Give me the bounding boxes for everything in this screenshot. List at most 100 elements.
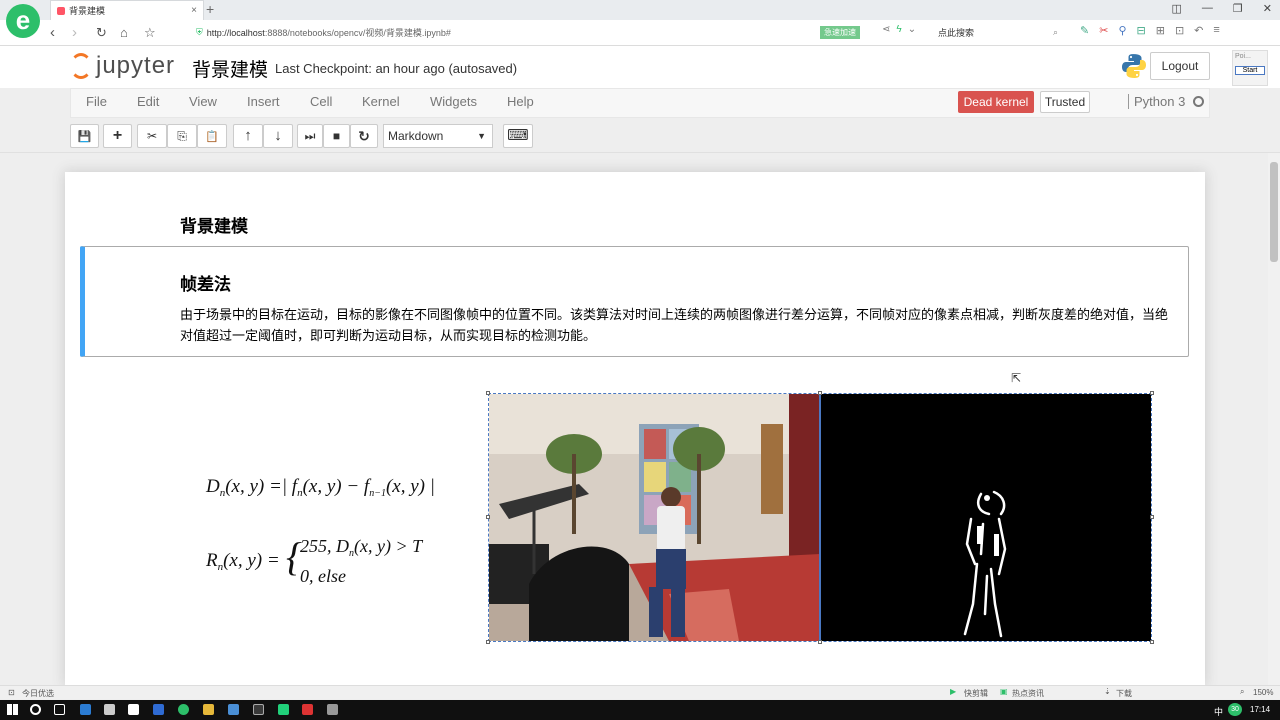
recorder-icon[interactable] — [302, 704, 313, 715]
bookmark-star-icon[interactable]: ☆ — [144, 25, 156, 41]
app-icon[interactable] — [327, 704, 338, 715]
jupyter-logo[interactable]: jupyter — [70, 52, 175, 80]
terminal-icon[interactable] — [253, 704, 264, 715]
menu-help[interactable]: Help — [507, 94, 534, 109]
menu-file[interactable]: File — [86, 94, 107, 109]
speed-badge[interactable]: 急速加速 — [820, 26, 860, 39]
status-hot-news[interactable]: 热点资讯 — [1012, 688, 1044, 699]
extension-edit-icon[interactable]: ✎ — [1080, 24, 1089, 37]
edge-browser-icon[interactable] — [80, 704, 91, 715]
browser-logo-icon[interactable]: e — [6, 4, 40, 38]
resize-handle[interactable] — [1150, 640, 1154, 644]
store-icon[interactable] — [104, 704, 115, 715]
resize-handle[interactable] — [486, 515, 490, 519]
mail-icon[interactable] — [128, 704, 139, 715]
search-icon[interactable]: ⌕ — [1053, 27, 1058, 38]
cut-button[interactable]: ✂ — [137, 124, 167, 148]
menu-edit[interactable]: Edit — [137, 94, 159, 109]
extension-icons: ✎ ✂ ⚲ ⊟ ⊞ ⊡ ↶ ≡ — [1080, 24, 1220, 37]
copy-button[interactable]: ⎘ — [167, 124, 197, 148]
menu-kernel[interactable]: Kernel — [362, 94, 400, 109]
select-caret-icon: ▼ — [477, 131, 486, 141]
arrow-up-icon: ↑ — [244, 127, 252, 144]
status-today-picks[interactable]: 今日优选 — [22, 688, 54, 699]
move-down-button[interactable]: ↓ — [263, 124, 293, 148]
run-button[interactable]: ⏭ — [297, 124, 323, 148]
menu-widgets[interactable]: Widgets — [430, 94, 477, 109]
interrupt-button[interactable]: ■ — [323, 124, 350, 148]
windows-start-icon[interactable] — [7, 704, 18, 715]
window-pin-button[interactable]: ◫ — [1172, 2, 1182, 15]
window-maximize-button[interactable]: ❐ — [1233, 2, 1243, 15]
plus-icon: + — [112, 127, 123, 144]
back-button[interactable]: ‹ — [50, 24, 55, 41]
resize-handle[interactable] — [818, 391, 822, 395]
search-taskbar-icon[interactable] — [30, 704, 41, 715]
dead-kernel-indicator[interactable]: Dead kernel — [958, 91, 1034, 113]
browser-search-input[interactable]: 点此搜索 ⌕ — [932, 23, 1062, 42]
resize-handle[interactable] — [818, 640, 822, 644]
scrollbar-thumb[interactable] — [1270, 162, 1278, 262]
status-quick-edit[interactable]: 快剪辑 — [964, 688, 988, 699]
move-up-button[interactable]: ↑ — [233, 124, 263, 148]
browser-menu-icon[interactable]: ≡ — [1213, 24, 1219, 37]
status-gift-icon[interactable]: ⊡ — [8, 688, 15, 697]
menu-view[interactable]: View — [189, 94, 217, 109]
extension-grid-icon[interactable]: ⊞ — [1156, 24, 1165, 37]
keyboard-icon: ⌨ — [507, 127, 529, 144]
insert-cell-button[interactable]: + — [103, 124, 132, 148]
360-browser-icon[interactable] — [178, 704, 189, 715]
home-button[interactable]: ⌂ — [120, 25, 128, 40]
share-icon[interactable]: ⋖ — [882, 24, 890, 35]
browser-tab[interactable]: 背景建模 × — [50, 0, 204, 20]
extension-scissors-icon[interactable]: ✂ — [1099, 24, 1108, 37]
command-palette-button[interactable]: ⌨ — [503, 124, 533, 148]
frame-difference-example-image[interactable] — [488, 393, 1152, 642]
forward-button[interactable]: › — [72, 24, 77, 41]
resize-handle[interactable] — [1150, 391, 1154, 395]
task-view-icon[interactable] — [54, 704, 65, 715]
resize-handle[interactable] — [1150, 515, 1154, 519]
reload-button[interactable]: ↻ — [96, 25, 107, 41]
window-minimize-button[interactable]: — — [1202, 2, 1213, 15]
notification-badge[interactable]: 30 — [1228, 703, 1242, 716]
trusted-indicator[interactable]: Trusted — [1040, 91, 1090, 113]
url-host: http://localhost — [206, 27, 265, 38]
tab-close-icon[interactable]: × — [191, 5, 197, 16]
logout-button[interactable]: Logout — [1150, 52, 1210, 80]
news-icon[interactable]: ▣ — [1000, 687, 1008, 696]
notebook-title[interactable]: 背景建模 — [192, 55, 268, 82]
explorer-icon[interactable] — [203, 704, 214, 715]
new-tab-button[interactable]: + — [206, 1, 214, 17]
download-icon[interactable]: ⇣ — [1104, 687, 1111, 696]
status-zoom[interactable]: 150% — [1253, 688, 1273, 697]
menu-cell[interactable]: Cell — [310, 94, 332, 109]
cell-type-select[interactable]: Markdown ▼ — [383, 124, 493, 148]
clock[interactable]: 17:14 — [1250, 705, 1270, 714]
app-icon[interactable] — [153, 704, 164, 715]
resize-handle[interactable] — [486, 640, 490, 644]
save-button[interactable]: 💾 — [70, 124, 99, 148]
pycharm-icon[interactable] — [278, 704, 289, 715]
paste-button[interactable]: 📋 — [197, 124, 227, 148]
side-widget-label: Poi... — [1235, 53, 1251, 60]
extension-find-icon[interactable]: ⚲ — [1118, 24, 1126, 37]
svg-text:Rn(x, y) =: Rn(x, y) = — [205, 550, 280, 573]
chevron-down-icon[interactable]: ⌄ — [908, 24, 916, 35]
resize-handle[interactable] — [486, 391, 490, 395]
zoom-icon[interactable]: ⌕ — [1240, 687, 1244, 697]
restart-button[interactable]: ↻ — [350, 124, 378, 148]
window-close-button[interactable]: ✕ — [1263, 2, 1272, 15]
quick-edit-icon[interactable]: ▶ — [950, 687, 956, 696]
menu-insert[interactable]: Insert — [247, 94, 280, 109]
app-icon[interactable] — [228, 704, 239, 715]
url-field[interactable]: ⛨ http://localhost :8888/notebooks/openc… — [196, 23, 816, 42]
address-actions: ⋖ ϟ ⌄ — [882, 24, 916, 35]
extension-window-icon[interactable]: ⊡ — [1175, 24, 1184, 37]
extension-game-icon[interactable]: ⊟ — [1137, 24, 1146, 37]
status-download[interactable]: 下载 — [1116, 688, 1132, 699]
extension-undo-icon[interactable]: ↶ — [1194, 24, 1203, 37]
ime-indicator[interactable]: 中 — [1214, 705, 1223, 718]
side-widget-start-button[interactable]: Start — [1235, 66, 1265, 75]
lightning-icon[interactable]: ϟ — [896, 24, 901, 35]
